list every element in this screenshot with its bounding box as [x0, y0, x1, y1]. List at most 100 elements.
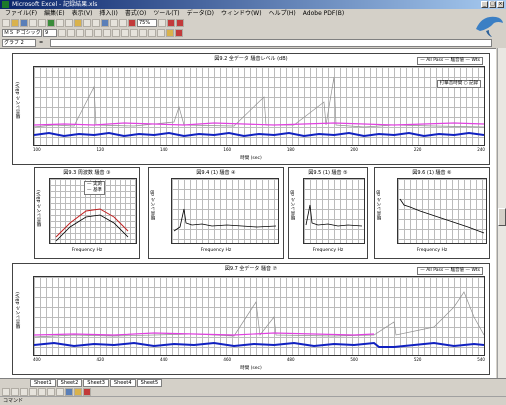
menu-view[interactable]: 表示(V)	[69, 9, 96, 18]
select-arrow-icon[interactable]	[11, 387, 19, 396]
pdf-icon[interactable]	[167, 19, 175, 27]
font-size-combo[interactable]: 9	[43, 29, 57, 37]
wordart-icon[interactable]	[65, 387, 73, 396]
status-bar: コマンド	[0, 396, 506, 404]
top-series	[33, 76, 485, 138]
small-chart-3[interactable]: 図9.5 (1) 騒音 ⑤ 騒音レベル dB Frequency Hz	[288, 167, 368, 259]
name-box[interactable]: グラフ 2	[2, 38, 36, 47]
excel-icon	[2, 1, 9, 8]
oval-icon[interactable]	[47, 387, 55, 396]
bottom-series	[33, 291, 485, 348]
align-right-icon[interactable]	[103, 29, 111, 37]
minimize-button[interactable]: _	[481, 1, 488, 8]
comma-icon[interactable]	[139, 29, 147, 37]
percent-icon[interactable]	[130, 29, 138, 37]
bottom-chart[interactable]: 図9.7 全データ 騒音 ⑦ — All Pass — 騒音値 — Wts 騒音…	[12, 263, 490, 375]
menu-adobe[interactable]: Adobe PDF(B)	[300, 9, 347, 18]
menu-file[interactable]: ファイル(F)	[2, 9, 40, 18]
menu-help[interactable]: ヘルプ(H)	[266, 9, 299, 18]
rectangle-icon[interactable]	[38, 387, 46, 396]
small-chart-3-ylabel: 騒音レベル dB	[291, 190, 296, 220]
font-combo[interactable]: ＭＳ Ｐゴシック	[2, 29, 42, 37]
print-icon[interactable]	[29, 19, 37, 27]
scroll-thumb[interactable]	[498, 208, 506, 226]
fill-color-icon[interactable]	[166, 29, 174, 37]
small-chart-1-plot: — 実測 — 基準	[49, 178, 137, 244]
new-icon[interactable]	[2, 19, 10, 27]
font-color-icon[interactable]	[175, 29, 183, 37]
top-xticks: 100 120 140 160 180 200 220 240	[33, 147, 485, 152]
sheet-tab[interactable]: Sheet4	[109, 379, 136, 387]
drawing-toolbar	[0, 387, 506, 396]
border-icon[interactable]	[157, 29, 165, 37]
worksheet[interactable]: 図9.2 全データ 騒音レベル (dB) — All Pass — 騒音値 — …	[0, 48, 496, 379]
spell-icon[interactable]	[47, 19, 55, 27]
menu-data[interactable]: データ(D)	[184, 9, 217, 18]
menu-edit[interactable]: 編集(E)	[41, 9, 67, 18]
small-chart-4-plot	[397, 178, 487, 244]
title-bar: Microsoft Excel - 記録結果.xls _ □ ×	[0, 0, 506, 9]
fx-icon[interactable]: =	[39, 40, 47, 46]
align-left-icon[interactable]	[85, 29, 93, 37]
draw-menu-icon[interactable]	[2, 387, 10, 396]
zoom-combo[interactable]: 75%	[137, 19, 157, 27]
underline-icon[interactable]	[76, 29, 84, 37]
menu-format[interactable]: 書式(O)	[122, 9, 149, 18]
redo-icon[interactable]	[92, 19, 100, 27]
small-chart-4-title: 図9.6 (1) 騒音 ⑥	[412, 170, 452, 176]
sheet-tab[interactable]: Sheet1	[30, 379, 56, 387]
top-chart[interactable]: 図9.2 全データ 騒音レベル (dB) — All Pass — 騒音値 — …	[12, 53, 490, 165]
italic-icon[interactable]	[67, 29, 75, 37]
bottom-chart-legend: — All Pass — 騒音値 — Wts	[417, 267, 483, 275]
save-icon[interactable]	[20, 19, 28, 27]
formula-bar: グラフ 2 =	[0, 38, 506, 47]
sum-icon[interactable]	[101, 19, 109, 27]
sort-desc-icon[interactable]	[119, 19, 127, 27]
line-icon[interactable]	[20, 387, 28, 396]
formula-input[interactable]	[50, 38, 492, 47]
undo-icon[interactable]	[83, 19, 91, 27]
merge-icon[interactable]	[112, 29, 120, 37]
sheet-tab[interactable]: Sheet5	[136, 379, 163, 387]
top-plot-area	[33, 66, 485, 146]
preview-icon[interactable]	[38, 19, 46, 27]
small-chart-4-ylabel: 騒音レベル dB	[377, 190, 382, 220]
small-chart-2[interactable]: 図9.4 (1) 騒音 ④ 騒音レベル dB Frequency Hz	[148, 167, 284, 259]
copy-icon[interactable]	[65, 19, 73, 27]
indent-icon[interactable]	[148, 29, 156, 37]
pdf-mail-icon[interactable]	[176, 19, 184, 27]
chart-wizard-icon[interactable]	[128, 19, 136, 27]
small-chart-1[interactable]: 図9.3 周波数 騒音 ③ 騒音レベル dB(A) — 実測 — 基準 Frequ…	[34, 167, 140, 259]
small-chart-4[interactable]: 図9.6 (1) 騒音 ⑥ 騒音レベル dB Frequency Hz	[374, 167, 490, 259]
align-center-icon[interactable]	[94, 29, 102, 37]
open-icon[interactable]	[11, 19, 19, 27]
currency-icon[interactable]	[121, 29, 129, 37]
line-color-icon[interactable]	[83, 387, 91, 396]
small-chart-3-title: 図9.5 (1) 騒音 ⑤	[308, 170, 348, 176]
sheet-tab[interactable]: Sheet2	[56, 379, 83, 387]
close-button[interactable]: ×	[497, 1, 504, 8]
vertical-scrollbar[interactable]	[497, 48, 506, 378]
sort-asc-icon[interactable]	[110, 19, 118, 27]
fill-icon[interactable]	[74, 387, 82, 396]
top-chart-note: 打撃音時間 ○ 記録	[436, 80, 481, 88]
menu-insert[interactable]: 挿入(I)	[96, 9, 120, 18]
textbox-icon[interactable]	[56, 387, 64, 396]
top-chart-ylabel: 騒音レベル dB(A)	[16, 82, 21, 119]
menu-tools[interactable]: ツール(T)	[150, 9, 182, 18]
menu-window[interactable]: ウィンドウ(W)	[218, 9, 265, 18]
paste-icon[interactable]	[74, 19, 82, 27]
small-chart-2-title: 図9.4 (1) 騒音 ④	[196, 170, 236, 176]
cut-icon[interactable]	[56, 19, 64, 27]
sheet-tab[interactable]: Sheet3	[83, 379, 109, 387]
help-icon[interactable]	[158, 19, 166, 27]
menu-bar: ファイル(F) 編集(E) 表示(V) 挿入(I) 書式(O) ツール(T) デ…	[0, 9, 506, 18]
office-assistant-icon[interactable]	[474, 11, 504, 38]
bold-icon[interactable]	[58, 29, 66, 37]
small-chart-3-xlabel: Frequency Hz	[312, 248, 344, 253]
small-chart-1-legend: — 実測 — 基準	[84, 181, 105, 195]
maximize-button[interactable]: □	[489, 1, 496, 8]
small-chart-2-ylabel: 騒音レベル dB	[151, 190, 156, 220]
small-chart-2-series	[173, 208, 277, 232]
arrow-icon[interactable]	[29, 387, 37, 396]
